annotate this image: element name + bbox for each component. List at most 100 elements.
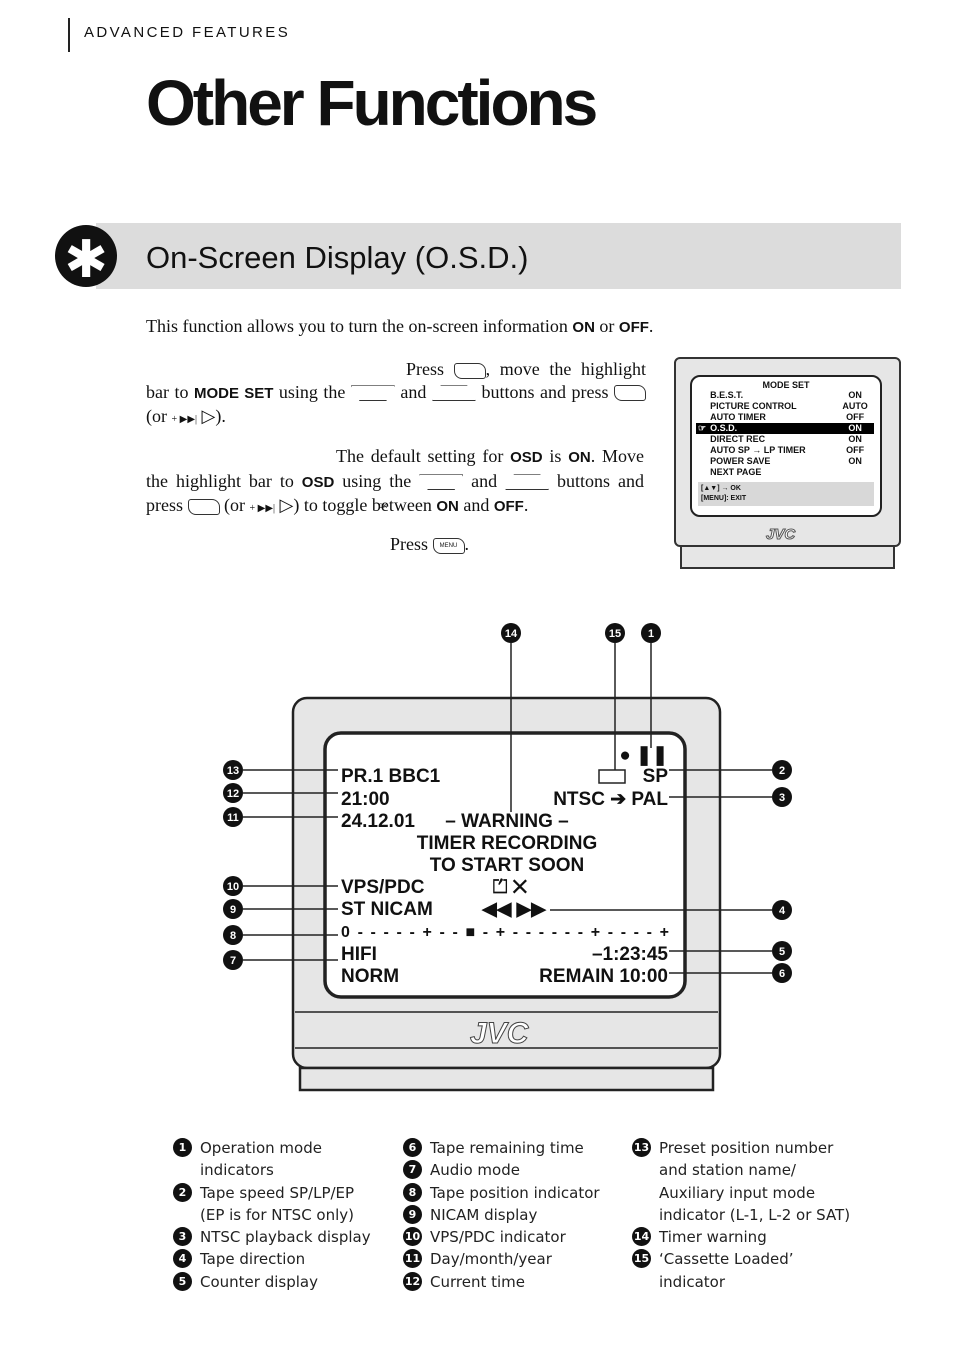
- legend-item: 1 Operation mode: [173, 1137, 371, 1159]
- legend-item: (EP is for NTSC only): [200, 1205, 355, 1224]
- svg-text:4: 4: [779, 905, 786, 917]
- callout-number-icon: 8: [403, 1182, 422, 1202]
- legend-column-2: 6 Tape remaining time 7 Audio mode 8 Tape pos…: [403, 1137, 600, 1293]
- legend-item: 7 Audio mode: [403, 1159, 600, 1181]
- nicam-text: ST NICAM: [341, 899, 433, 920]
- legend-item: 3 NTSC playback display: [173, 1226, 371, 1248]
- ntsc-pal-text: NTSC ➔ PAL: [553, 789, 668, 810]
- callout-number-icon: 4: [173, 1249, 192, 1269]
- legend-item: 2 Tape speed SP/LP/EP: [173, 1182, 371, 1204]
- osd-diagram: JVC PR.1 BBC1 21:00 24.12.01 – WARNING –…: [223, 623, 792, 1092]
- ok-key-icon: OK: [614, 385, 884, 402]
- legend-item: 9 NICAM display: [403, 1204, 600, 1226]
- callout-number-icon: 3: [173, 1227, 192, 1247]
- callout-number-icon: 6: [403, 1138, 422, 1157]
- callout-marker: 7: [223, 950, 243, 970]
- menu-key-icon: MENU: [453, 362, 732, 379]
- menu-items: B.E.S.T. ON PICTURE CONTROL AUTO AUTO TIMER O…: [696, 390, 874, 478]
- callout-number-icon: 7: [403, 1160, 422, 1180]
- menu-item[interactable]: POWER SAVE ON: [696, 456, 874, 467]
- operation-mode-icon: ● ❚❚: [619, 745, 668, 766]
- callout-marker: 15: [605, 623, 625, 643]
- section-divider: [68, 18, 70, 52]
- legend-column-3: 13 Preset position number and station name…: [632, 1137, 850, 1293]
- audio-mode-norm: NORM: [341, 966, 399, 987]
- legend-item: 11 Day/month/year: [403, 1249, 552, 1269]
- remain-text: REMAIN 10:00: [539, 966, 668, 987]
- callout-marker: 4: [772, 900, 792, 920]
- callout-marker: 9: [223, 899, 243, 919]
- small-tv-stand: [680, 547, 895, 569]
- callout-marker: 14: [501, 623, 521, 643]
- svg-text:1: 1: [648, 628, 654, 640]
- mode-set-menu: MODE SET B.E.S.T. ON PICTURE CONTROL AUTO AU…: [690, 375, 882, 517]
- legend-item: 10 VPS/PDC indicator: [403, 1227, 566, 1247]
- legend-item: 15 ‘Cassette Loaded’: [632, 1249, 794, 1269]
- menu-title: MODE SET: [762, 380, 810, 390]
- subsection-title: On-Screen Display (O.S.D.): [146, 240, 529, 275]
- callout-marker: 1: [641, 623, 661, 643]
- menu-item[interactable]: AUTO TIMER OFF: [696, 412, 874, 423]
- callout-number-icon: 5: [173, 1271, 192, 1291]
- callout-marker: 10: [223, 876, 243, 896]
- callout-marker: 2: [772, 760, 792, 780]
- callout-marker: 12: [223, 783, 243, 803]
- menu-item[interactable]: B.E.S.T. ON: [696, 390, 874, 401]
- svg-text:5: 5: [779, 946, 785, 958]
- legend-item: Auxiliary input mode: [659, 1183, 816, 1202]
- tape-direction-icon: ◀◀ ▶▶: [481, 899, 547, 920]
- callout-number-icon: 9: [403, 1204, 422, 1224]
- warning-line-3: TO START SOON: [430, 855, 584, 876]
- legend-item: indicator (L-1, L-2 or SAT): [659, 1205, 851, 1224]
- step-1: Press MENU, move the highlight bar to MO…: [146, 359, 884, 426]
- legend-item: 14 Timer warning: [632, 1227, 767, 1247]
- menu-item[interactable]: ☞ O.S.D. ON: [696, 423, 874, 434]
- svg-text:15: 15: [609, 628, 621, 640]
- legend-item: indicators: [200, 1161, 274, 1180]
- callout-marker: 5: [772, 941, 792, 961]
- svg-text:10: 10: [227, 881, 239, 893]
- legend-item: 4 Tape direction: [173, 1248, 371, 1270]
- svg-text:6: 6: [779, 968, 785, 980]
- callout-marker: 8: [223, 925, 243, 945]
- legend-item: 12 Current time: [403, 1271, 525, 1291]
- step-2: The default setting for OSD is ON. Move …: [146, 446, 645, 515]
- callout-number-icon: 2: [173, 1182, 192, 1202]
- svg-text:11: 11: [227, 812, 239, 824]
- svg-text:2: 2: [779, 765, 785, 777]
- svg-text:12: 12: [227, 788, 239, 800]
- callout-number-icon: 11: [403, 1249, 422, 1269]
- legend-item: 5 Counter display: [173, 1271, 371, 1293]
- menu-item[interactable]: AUTO SP → LP TIMER OFF: [696, 445, 874, 456]
- step-3: Press MENU.: [390, 534, 470, 554]
- menu-item[interactable]: NEXT PAGE: [696, 467, 874, 478]
- legend-item: 6 Tape remaining time: [403, 1137, 600, 1159]
- intro-text: This function allows you to turn the on-…: [146, 316, 654, 336]
- timer-warning-icons: ⏍ ✕: [493, 877, 528, 898]
- jvc-logo: JVC: [470, 1017, 530, 1050]
- callout-number-icon: 12: [403, 1271, 422, 1291]
- jvc-logo: JVC: [765, 526, 796, 544]
- callout-marker: 6: [772, 963, 792, 983]
- svg-text:7: 7: [230, 955, 236, 967]
- legend-item: indicator: [659, 1272, 726, 1291]
- up-key-icon: ▲: [419, 474, 464, 491]
- legend-item: 13 Preset position number: [632, 1138, 834, 1157]
- svg-text:3: 3: [779, 792, 785, 804]
- up-key-icon: ▲: [350, 385, 395, 402]
- legend-column-1: 1 Operation mode indicators 2 Tape speed SP/…: [173, 1137, 371, 1293]
- callout-number-icon: 13: [632, 1138, 651, 1157]
- asterisk-icon: ✱: [55, 225, 117, 290]
- menu-key-icon: MENU: [432, 537, 465, 554]
- svg-text:9: 9: [230, 904, 236, 916]
- callout-number-icon: 14: [632, 1227, 651, 1247]
- callout-number-icon: 10: [403, 1227, 422, 1247]
- plus-key-icon: + ▶▶|: [249, 503, 276, 514]
- vps-text: VPS/PDC: [341, 877, 425, 898]
- tape-position-indicator: 0 - - - - - + - - ■ - + - - - - - - + - …: [341, 924, 669, 941]
- menu-item[interactable]: PICTURE CONTROL AUTO: [696, 401, 874, 412]
- svg-text:8: 8: [230, 930, 236, 942]
- menu-item[interactable]: DIRECT REC ON: [696, 434, 874, 445]
- time-text: 21:00: [341, 789, 390, 810]
- callout-number-icon: 1: [173, 1138, 192, 1157]
